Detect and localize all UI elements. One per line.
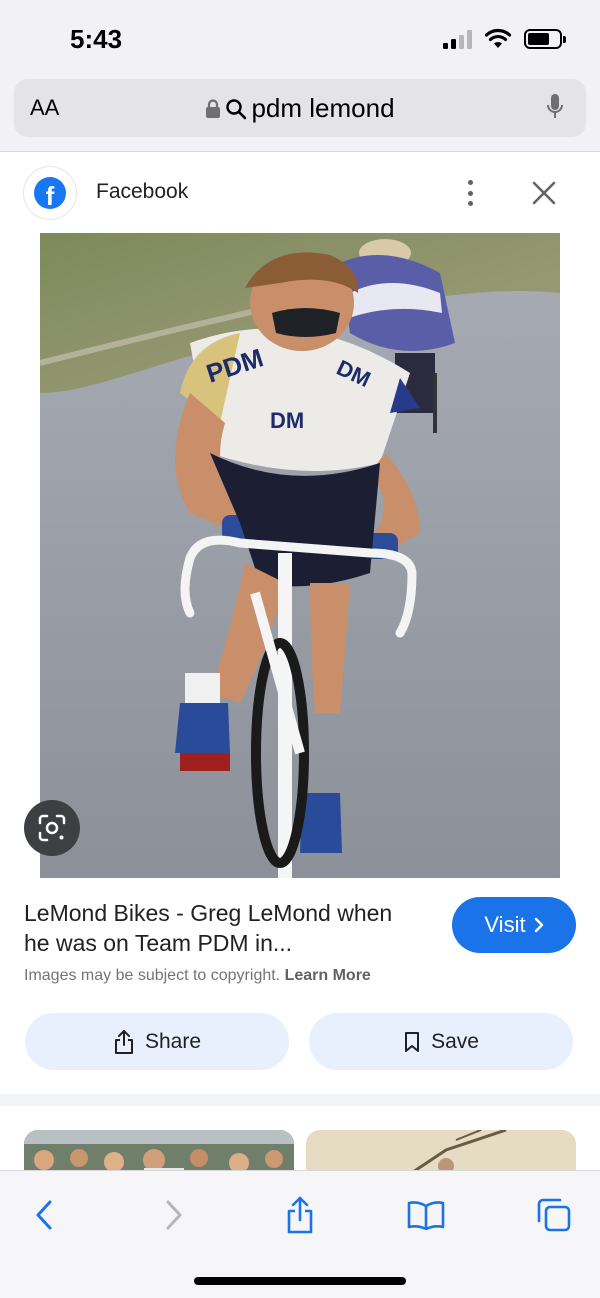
more-options-icon[interactable] [462, 175, 478, 211]
visit-button[interactable]: Visit [452, 897, 576, 953]
source-name[interactable]: Facebook [96, 180, 188, 204]
share-icon [114, 1029, 133, 1054]
tabs-button[interactable] [530, 1195, 578, 1235]
save-label: Save [431, 1029, 479, 1053]
cellular-signal-icon [443, 29, 472, 49]
copyright-text: Images may be subject to copyright. [24, 967, 281, 984]
forward-button[interactable] [150, 1195, 198, 1235]
address-bar[interactable]: AA pdm lemond [14, 79, 586, 137]
learn-more-link[interactable]: Learn More [285, 967, 371, 984]
battery-icon [524, 29, 566, 49]
image-panel-header: f Facebook [0, 153, 600, 233]
microphone-icon[interactable] [546, 93, 564, 123]
share-label: Share [144, 1029, 202, 1053]
browser-chrome: 5:43 AA pdm lemond [0, 0, 600, 152]
result-image[interactable]: PDM DM DM [40, 233, 560, 878]
address-field[interactable]: pdm lemond [14, 93, 586, 124]
share-button[interactable]: Share [25, 1013, 289, 1070]
book-icon [407, 1201, 445, 1230]
share-sheet-button[interactable] [276, 1195, 324, 1235]
wifi-icon [484, 28, 512, 48]
svg-text:DM: DM [270, 408, 304, 433]
lens-icon [38, 814, 66, 842]
lock-icon [206, 98, 221, 118]
lens-search-button[interactable] [24, 800, 80, 856]
share-icon [287, 1196, 313, 1234]
home-indicator[interactable] [194, 1277, 406, 1285]
section-divider [0, 1094, 600, 1106]
status-icons [443, 28, 566, 50]
bookmark-icon [405, 1031, 420, 1052]
visit-label: Visit [484, 912, 526, 937]
address-text: pdm lemond [251, 93, 395, 123]
chevron-right-icon [166, 1200, 182, 1230]
status-time: 5:43 [70, 24, 123, 54]
chevron-left-icon [36, 1200, 52, 1230]
chevron-right-icon [534, 917, 543, 933]
close-icon[interactable] [528, 177, 560, 209]
back-button[interactable] [20, 1195, 68, 1235]
facebook-favicon: f [24, 167, 76, 219]
facebook-icon: f [34, 177, 66, 209]
result-title[interactable]: LeMond Bikes - Greg LeMond when he was o… [24, 898, 424, 958]
bookmarks-button[interactable] [402, 1195, 450, 1235]
save-button[interactable]: Save [309, 1013, 573, 1070]
copyright-notice: Images may be subject to copyright. Lear… [24, 967, 371, 985]
cyclist-photo: PDM DM DM [40, 233, 560, 878]
search-icon [226, 98, 247, 119]
tabs-icon [537, 1198, 571, 1232]
